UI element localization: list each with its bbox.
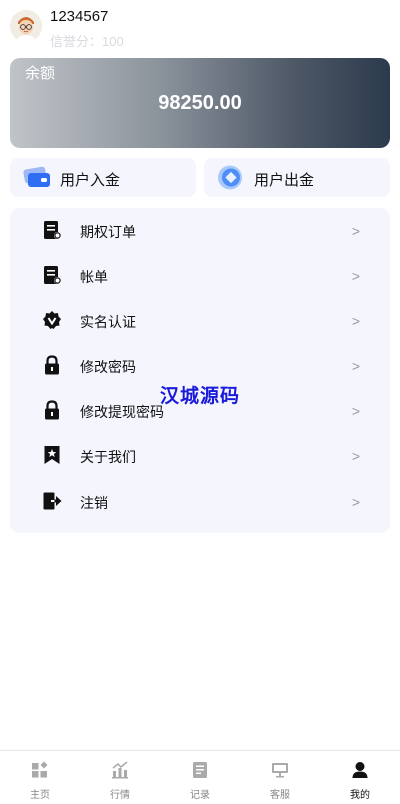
card-icon (22, 164, 52, 191)
menu-item-label: 实名认证 (80, 314, 136, 330)
record-icon (191, 761, 209, 779)
lock-icon (42, 355, 62, 375)
tab-label: 主页 (30, 790, 50, 801)
withdraw-label: 用户出金 (254, 172, 315, 189)
chevron-right-icon: > (351, 494, 360, 510)
withdraw-button[interactable]: 用户出金 (204, 158, 390, 197)
menu-item-label: 期权订单 (80, 224, 136, 240)
tab-market[interactable]: 行情 (80, 751, 160, 804)
account-menu: 期权订单 > 帐单 > 实名认证 > 修改密码 > 修改提现密码 > 关于我们 … (10, 208, 390, 533)
bottom-tab-bar: 主页 行情 记录 客服 我的 (0, 750, 400, 804)
bookmark-star-icon (42, 445, 62, 465)
menu-item-change-password[interactable]: 修改密码 > (10, 344, 390, 384)
tab-mine[interactable]: 我的 (320, 751, 400, 804)
bill-doc-icon (42, 265, 62, 285)
balance-label: 余额 (25, 65, 56, 82)
chart-icon (111, 761, 129, 779)
credit-score: 信誉分：100 (50, 34, 124, 49)
profile-header: 1234567 信誉分：100 (10, 8, 390, 49)
chevron-right-icon: > (351, 448, 360, 464)
menu-item-option-orders[interactable]: 期权订单 > (10, 209, 390, 249)
watermark-text: 汉城源码 (159, 386, 240, 407)
tab-label: 客服 (270, 790, 290, 801)
username: 1234567 (50, 8, 109, 25)
tab-label: 记录 (190, 790, 210, 801)
chevron-right-icon: > (351, 313, 360, 329)
menu-item-identity-verification[interactable]: 实名认证 > (10, 299, 390, 339)
order-doc-icon (42, 220, 62, 240)
tab-home[interactable]: 主页 (0, 751, 80, 804)
deposit-button[interactable]: 用户入金 (10, 158, 196, 197)
chevron-right-icon: > (351, 358, 360, 374)
menu-item-bills[interactable]: 帐单 > (10, 254, 390, 294)
home-grid-icon (31, 761, 49, 779)
balance-card: 余额 98250.00 (10, 58, 390, 148)
avatar[interactable] (10, 10, 42, 42)
tab-records[interactable]: 记录 (160, 751, 240, 804)
verified-badge-icon (42, 310, 62, 330)
tab-customer-service[interactable]: 客服 (240, 751, 320, 804)
tab-label: 行情 (110, 790, 130, 801)
menu-item-about-us[interactable]: 关于我们 > (10, 434, 390, 474)
chevron-right-icon: > (351, 268, 360, 284)
menu-item-logout[interactable]: 注销 > (10, 480, 390, 520)
chevron-right-icon: > (351, 223, 360, 239)
support-monitor-icon (271, 761, 289, 779)
balance-value: 98250.00 (158, 92, 242, 114)
avatar-icon (10, 10, 42, 42)
deposit-label: 用户入金 (60, 172, 121, 189)
tab-label: 我的 (350, 790, 370, 801)
menu-item-label: 帐单 (80, 269, 108, 285)
user-icon (351, 761, 369, 779)
logout-icon (42, 491, 62, 511)
menu-item-label: 关于我们 (80, 449, 136, 465)
menu-item-label: 注销 (80, 495, 108, 511)
coin-icon (216, 164, 246, 191)
menu-item-label: 修改密码 (80, 359, 136, 375)
